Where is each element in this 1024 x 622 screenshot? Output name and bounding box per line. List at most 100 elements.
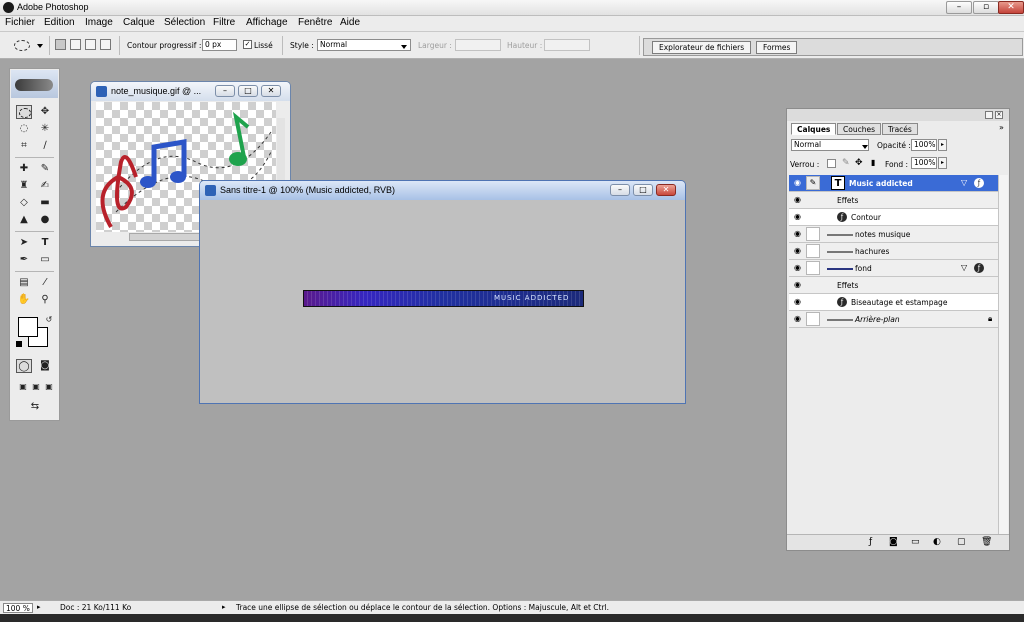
link-icon[interactable] [806,261,820,275]
status-menu-icon[interactable]: ▸ [222,603,226,611]
visibility-eye-icon[interactable]: ◉ [791,262,804,274]
intersect-selection-mode-button[interactable] [100,39,111,50]
menu-image[interactable]: Image [85,17,113,28]
brush-tool[interactable]: ✎ [37,162,53,176]
hand-tool[interactable]: ✋ [16,293,32,307]
palette-menu-icon[interactable]: » [999,123,1004,132]
width-input[interactable] [455,39,501,51]
palette-minimize-button[interactable] [985,111,993,119]
minimize-window-button[interactable]: – [946,1,972,14]
link-icon[interactable] [806,312,820,326]
new-adjustment-layer-icon[interactable]: ◐ [933,537,941,547]
maximize-doc-button[interactable]: □ [633,184,653,196]
layer-row-music-addicted[interactable]: ◉ ✎ T Music addicted ▽ ƒ [789,175,998,192]
visibility-eye-icon[interactable]: ◉ [791,177,804,189]
fill-slider-button[interactable]: ▸ [938,157,947,169]
slice-tool[interactable]: ∕ [37,139,53,153]
ellipse-marquee-preset-icon[interactable] [14,40,30,51]
minimize-doc-button[interactable]: – [215,85,235,97]
link-icon[interactable] [806,227,820,241]
tab-traces[interactable]: Tracés [882,123,918,135]
foreground-color-swatch[interactable] [18,317,38,337]
layer-row-effects[interactable]: ◉ Effets [789,192,998,209]
delete-layer-icon[interactable]: 🗑︎ [981,537,992,547]
visibility-eye-icon[interactable]: ◉ [791,194,804,206]
lasso-tool[interactable]: ◌ [16,122,32,136]
fill-input[interactable]: 100% [911,157,937,169]
palette-close-button[interactable]: × [995,111,1003,119]
layer-row-notes-musique[interactable]: ◉ notes musique [789,226,998,243]
type-tool[interactable]: T [37,236,53,250]
close-doc-button[interactable]: ✕ [261,85,281,97]
zoom-tool[interactable]: ⚲ [37,293,53,307]
magic-wand-tool[interactable]: ✳ [37,122,53,136]
lock-all-icon[interactable]: ▮ [871,158,875,167]
dodge-tool[interactable]: ● [37,213,53,227]
standard-mode-button[interactable]: ◯ [16,359,32,373]
layer-row-fond[interactable]: ◉ fond ▽ ƒ [789,260,998,277]
status-arrow-icon[interactable]: ▸ [37,603,41,611]
visibility-eye-icon[interactable]: ◉ [791,211,804,223]
add-mask-icon[interactable]: ◙ [889,537,898,547]
lock-position-icon[interactable]: ✥ [855,158,863,168]
lock-transparency-icon[interactable] [827,159,836,168]
visibility-eye-icon[interactable]: ◉ [791,228,804,240]
menu-edition[interactable]: Edition [44,17,75,28]
feather-input[interactable]: 0 px [202,39,237,51]
style-dropdown-icon[interactable] [401,45,407,49]
menu-selection[interactable]: Sélection [164,17,205,28]
layer-row-arriere-plan[interactable]: ◉ Arrière-plan 🔒︎ [789,311,998,328]
document-title-bar[interactable]: Sans titre-1 @ 100% (Music addicted, RVB… [200,181,685,200]
brush-link-icon[interactable]: ✎ [806,176,820,190]
clone-stamp-tool[interactable]: ♜ [16,179,32,193]
blur-tool[interactable]: ▲ [16,213,32,227]
visibility-eye-icon[interactable]: ◉ [791,296,804,308]
zoom-input[interactable]: 100 % [3,603,33,613]
add-layer-style-icon[interactable]: ƒ [869,537,872,547]
blend-mode-select[interactable]: Normal [791,139,869,151]
eraser-tool[interactable]: ◇ [16,196,32,210]
move-tool[interactable]: ✥ [37,105,53,119]
menu-fichier[interactable]: Fichier [5,17,35,28]
expand-effects-icon[interactable]: ▽ [961,178,967,187]
visibility-eye-icon[interactable]: ◉ [791,279,804,291]
toolbox-header[interactable] [11,70,58,98]
new-group-icon[interactable]: ▭ [911,537,920,547]
menu-filtre[interactable]: Filtre [213,17,235,28]
jump-to-imageready-button[interactable]: ⇆ [22,400,48,414]
document-title-bar[interactable]: note_musique.gif @ ... – □ ✕ [91,82,290,101]
document-canvas[interactable]: MUSIC ADDICTED [203,201,682,401]
tab-couches[interactable]: Couches [837,123,881,135]
restore-window-button[interactable]: ▫ [973,1,999,14]
new-layer-icon[interactable]: ▢ [957,537,966,547]
menu-aide[interactable]: Aide [340,17,360,28]
menu-affichage[interactable]: Affichage [246,17,288,28]
layer-row-contour[interactable]: ◉ ƒ Contour [789,209,998,226]
history-brush-tool[interactable]: ✍ [37,179,53,193]
path-selection-tool[interactable]: ➤ [16,236,32,250]
opacity-input[interactable]: 100% [911,139,937,151]
tab-file-browser[interactable]: Explorateur de fichiers [652,41,752,54]
link-icon[interactable] [806,244,820,258]
close-doc-button[interactable]: ✕ [656,184,676,196]
visibility-eye-icon[interactable]: ◉ [791,313,804,325]
layer-row-hachures[interactable]: ◉ hachures [789,243,998,260]
subtract-selection-mode-button[interactable] [85,39,96,50]
maximize-doc-button[interactable]: □ [238,85,258,97]
tab-calques[interactable]: Calques [791,123,837,135]
quick-mask-mode-button[interactable]: ◙ [37,359,53,373]
minimize-doc-button[interactable]: – [610,184,630,196]
new-selection-mode-button[interactable] [55,39,66,50]
gradient-tool[interactable]: ▬ [37,196,53,210]
ellipse-marquee-tool[interactable] [16,105,32,119]
tab-shapes[interactable]: Formes [756,41,798,54]
close-window-button[interactable]: ✕ [998,1,1024,14]
menu-fenetre[interactable]: Fenêtre [298,17,332,28]
visibility-eye-icon[interactable]: ◉ [791,245,804,257]
blend-mode-dropdown-icon[interactable] [862,145,868,149]
eyedropper-tool[interactable]: ⁄ [37,276,53,290]
lock-image-icon[interactable]: ✎ [842,158,850,168]
notes-tool[interactable]: ▤ [16,276,32,290]
default-colors-icon[interactable] [16,341,22,347]
healing-brush-tool[interactable]: ✚ [16,162,32,176]
